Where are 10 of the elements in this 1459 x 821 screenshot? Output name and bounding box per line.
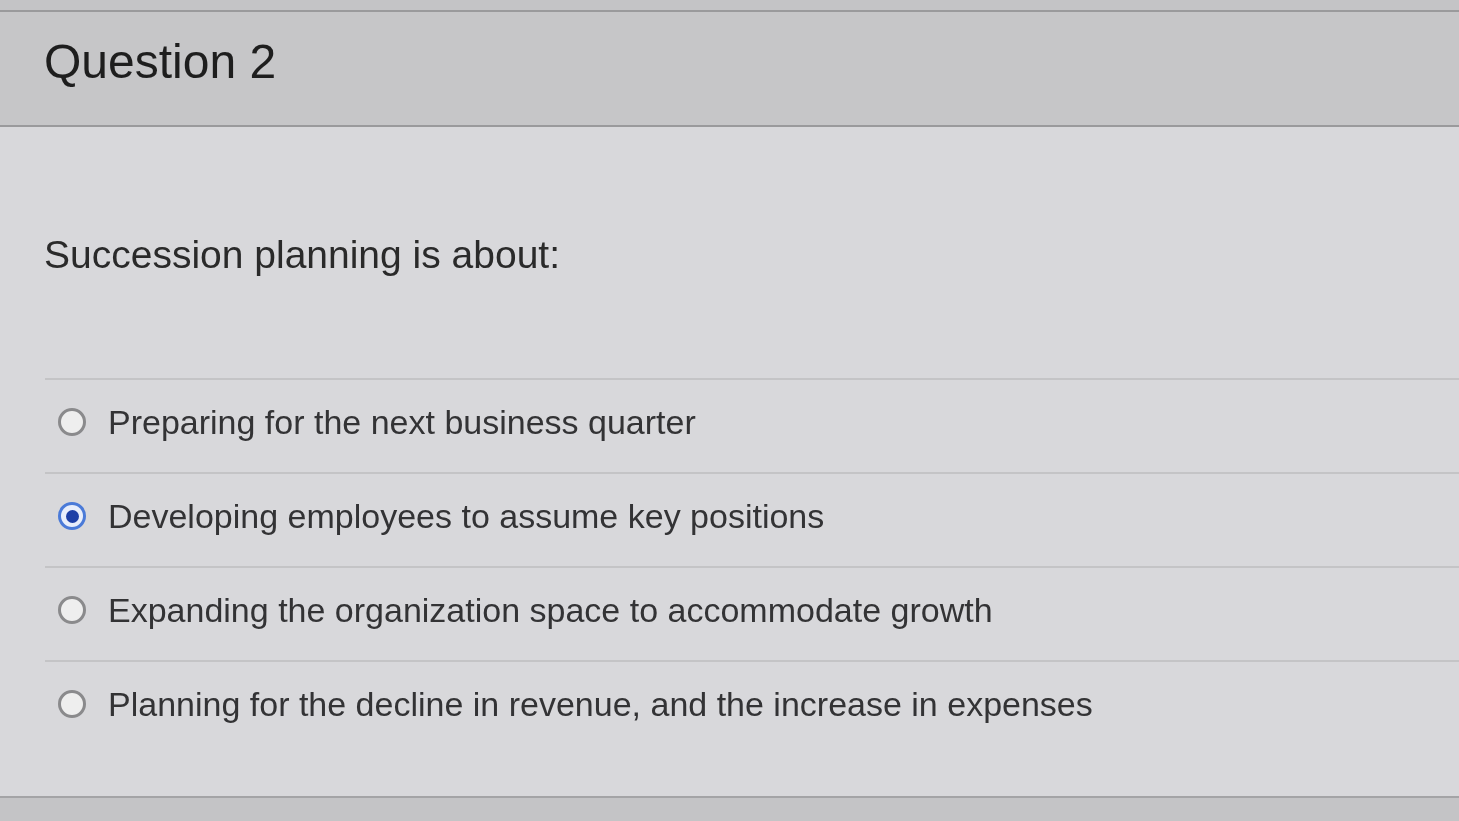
option-label[interactable]: Expanding the organization space to accommodate growth [108,590,993,630]
question-title: Question 2 [44,33,277,90]
option-label[interactable]: Planning for the decline in revenue, and the increase in expenses [108,684,1093,724]
option-label[interactable]: Preparing for the next business quarter [108,402,696,442]
question-text: Succession planning is about: [44,232,560,278]
radio-button[interactable] [58,502,86,530]
option-label[interactable]: Developing employees to assume key positions [108,496,825,536]
radio-button[interactable] [58,408,86,436]
radio-button[interactable] [58,690,86,718]
radio-button[interactable] [58,596,86,624]
